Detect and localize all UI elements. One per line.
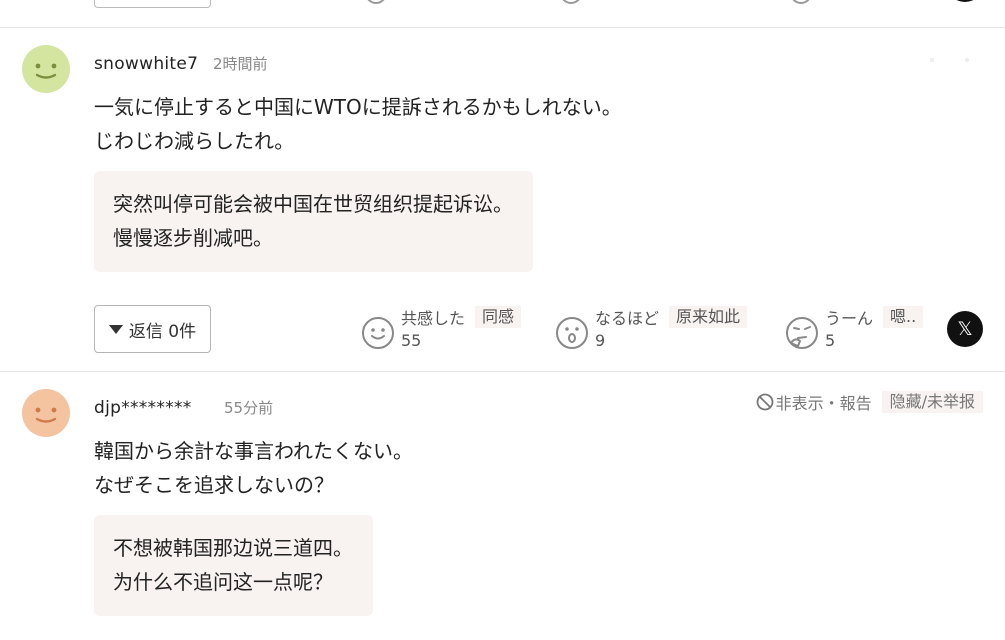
previous-reply-button[interactable] — [94, 0, 211, 8]
previous-surprised-icon[interactable] — [560, 0, 582, 4]
reaction-count: 5 — [825, 331, 836, 350]
reply-toggle-button[interactable]: 返信 0件 — [94, 305, 211, 353]
username[interactable]: djp******** — [94, 398, 192, 418]
previous-x-share-button[interactable] — [947, 0, 983, 2]
menu-dot — [930, 58, 934, 62]
reaction-translation: 同感 — [475, 306, 522, 328]
comment-item: snowwhite7 2時間前 一気に停止すると中国にWTOに提訴されるかもしれ… — [0, 28, 1005, 372]
ban-icon — [756, 393, 774, 411]
smiley-face-icon — [22, 389, 70, 437]
comment-thread: snowwhite7 2時間前 一気に停止すると中国にWTOに提訴されるかもしれ… — [0, 0, 1005, 640]
reaction-empathy[interactable]: 共感した 同感 55 — [361, 306, 522, 350]
avatar — [22, 389, 70, 437]
previous-thinking-icon[interactable] — [790, 0, 812, 4]
report-label: 非表示・報告 — [775, 394, 872, 413]
caret-down-icon — [108, 324, 123, 334]
comment-item: djp******** 55分前 非表示・報告 隐藏/未举报 韓国から余計な事言… — [0, 372, 1005, 640]
smile-icon[interactable] — [361, 316, 395, 350]
hide-report-link[interactable]: 非表示・報告 隐藏/未举报 — [756, 390, 983, 414]
thinking-icon[interactable] — [785, 316, 819, 350]
avatar — [22, 45, 70, 93]
report-translation: 隐藏/未举报 — [881, 391, 983, 413]
comment-body: 韓国から余計な事言われたくない。 なぜそこを追求しないの？ — [94, 439, 413, 497]
reaction-count: 9 — [595, 331, 606, 350]
reaction-translation: 原来如此 — [669, 306, 748, 328]
reaction-uun[interactable]: うーん 嗯.. 5 — [785, 306, 924, 350]
reaction-label: なるほど — [595, 309, 660, 328]
timestamp: 55分前 — [224, 399, 274, 417]
reaction-label: うーん — [825, 309, 874, 328]
reaction-count: 55 — [401, 331, 422, 350]
timestamp: 2時間前 — [213, 55, 268, 73]
translation-box: 突然叫停可能会被中国在世贸组织提起诉讼。 慢慢逐步削减吧。 — [94, 171, 533, 272]
translation-box: 不想被韩国那边说三道四。 为什么不追问这一点呢？ — [94, 515, 373, 616]
reaction-translation: 嗯.. — [883, 306, 924, 328]
surprised-icon[interactable] — [555, 316, 589, 350]
previous-smile-icon[interactable] — [365, 0, 387, 4]
previous-comment-footer — [0, 0, 1005, 28]
comment-body: 一気に停止すると中国にWTOに提訴されるかもしれない。 じわじわ減らしたれ。 — [94, 95, 622, 153]
x-logo-icon: 𝕏 — [957, 318, 973, 340]
reaction-label: 共感した — [401, 309, 466, 328]
x-share-button[interactable]: 𝕏 — [947, 311, 983, 347]
menu-dot — [965, 58, 969, 62]
reply-label: 返信 0件 — [128, 321, 197, 342]
username[interactable]: snowwhite7 — [94, 54, 198, 74]
smiley-face-icon — [22, 45, 70, 93]
reaction-naruhodo[interactable]: なるほど 原来如此 9 — [555, 306, 748, 350]
